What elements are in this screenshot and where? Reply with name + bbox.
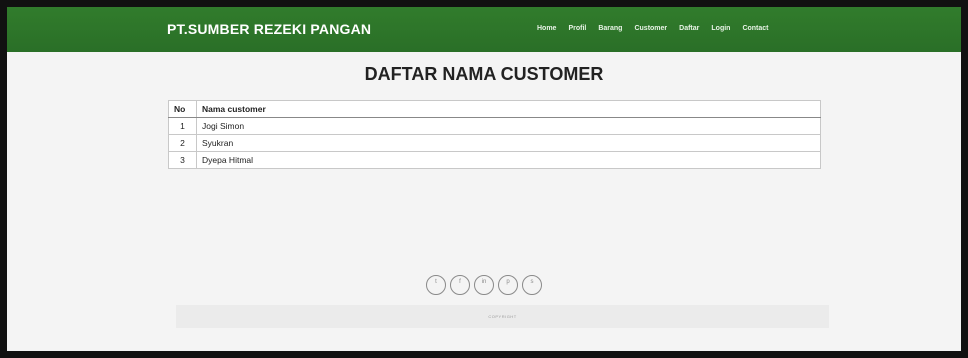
- table-header-row: No Nama customer: [168, 100, 821, 118]
- row-number: 1: [168, 117, 197, 135]
- pinterest-icon[interactable]: p: [498, 275, 518, 295]
- linkedin-icon[interactable]: in: [474, 275, 494, 295]
- nav-barang[interactable]: Barang: [598, 25, 622, 32]
- browser-viewport: PT.SUMBER REZEKI PANGAN Home Profil Bara…: [7, 7, 961, 351]
- copyright-text: COPYRIGHT: [488, 314, 517, 319]
- brand-logo[interactable]: PT.SUMBER REZEKI PANGAN: [167, 21, 371, 37]
- column-header-no: No: [168, 100, 197, 118]
- column-header-name: Nama customer: [196, 100, 821, 118]
- row-number: 2: [168, 134, 197, 152]
- table-row: 2 Syukran: [168, 134, 821, 152]
- nav-menu: Home Profil Barang Customer Daftar Login…: [537, 25, 781, 32]
- row-number: 3: [168, 151, 197, 169]
- nav-customer[interactable]: Customer: [634, 25, 667, 32]
- table-row: 1 Jogi Simon: [168, 117, 821, 135]
- customer-name: Dyepa Hitmal: [196, 151, 821, 169]
- nav-contact[interactable]: Contact: [742, 25, 768, 32]
- footer-bar: COPYRIGHT: [176, 305, 829, 328]
- social-links: t f in p s: [7, 275, 961, 295]
- skype-icon[interactable]: s: [522, 275, 542, 295]
- nav-profil[interactable]: Profil: [568, 25, 586, 32]
- customer-name: Syukran: [196, 134, 821, 152]
- table-row: 3 Dyepa Hitmal: [168, 151, 821, 169]
- twitter-icon[interactable]: t: [426, 275, 446, 295]
- navbar: PT.SUMBER REZEKI PANGAN Home Profil Bara…: [7, 7, 961, 52]
- customer-name: Jogi Simon: [196, 117, 821, 135]
- nav-home[interactable]: Home: [537, 25, 556, 32]
- nav-login[interactable]: Login: [711, 25, 730, 32]
- customer-table: No Nama customer 1 Jogi Simon 2 Syukran …: [168, 100, 821, 169]
- nav-daftar[interactable]: Daftar: [679, 25, 699, 32]
- page-title: DAFTAR NAMA CUSTOMER: [364, 64, 604, 84]
- facebook-icon[interactable]: f: [450, 275, 470, 295]
